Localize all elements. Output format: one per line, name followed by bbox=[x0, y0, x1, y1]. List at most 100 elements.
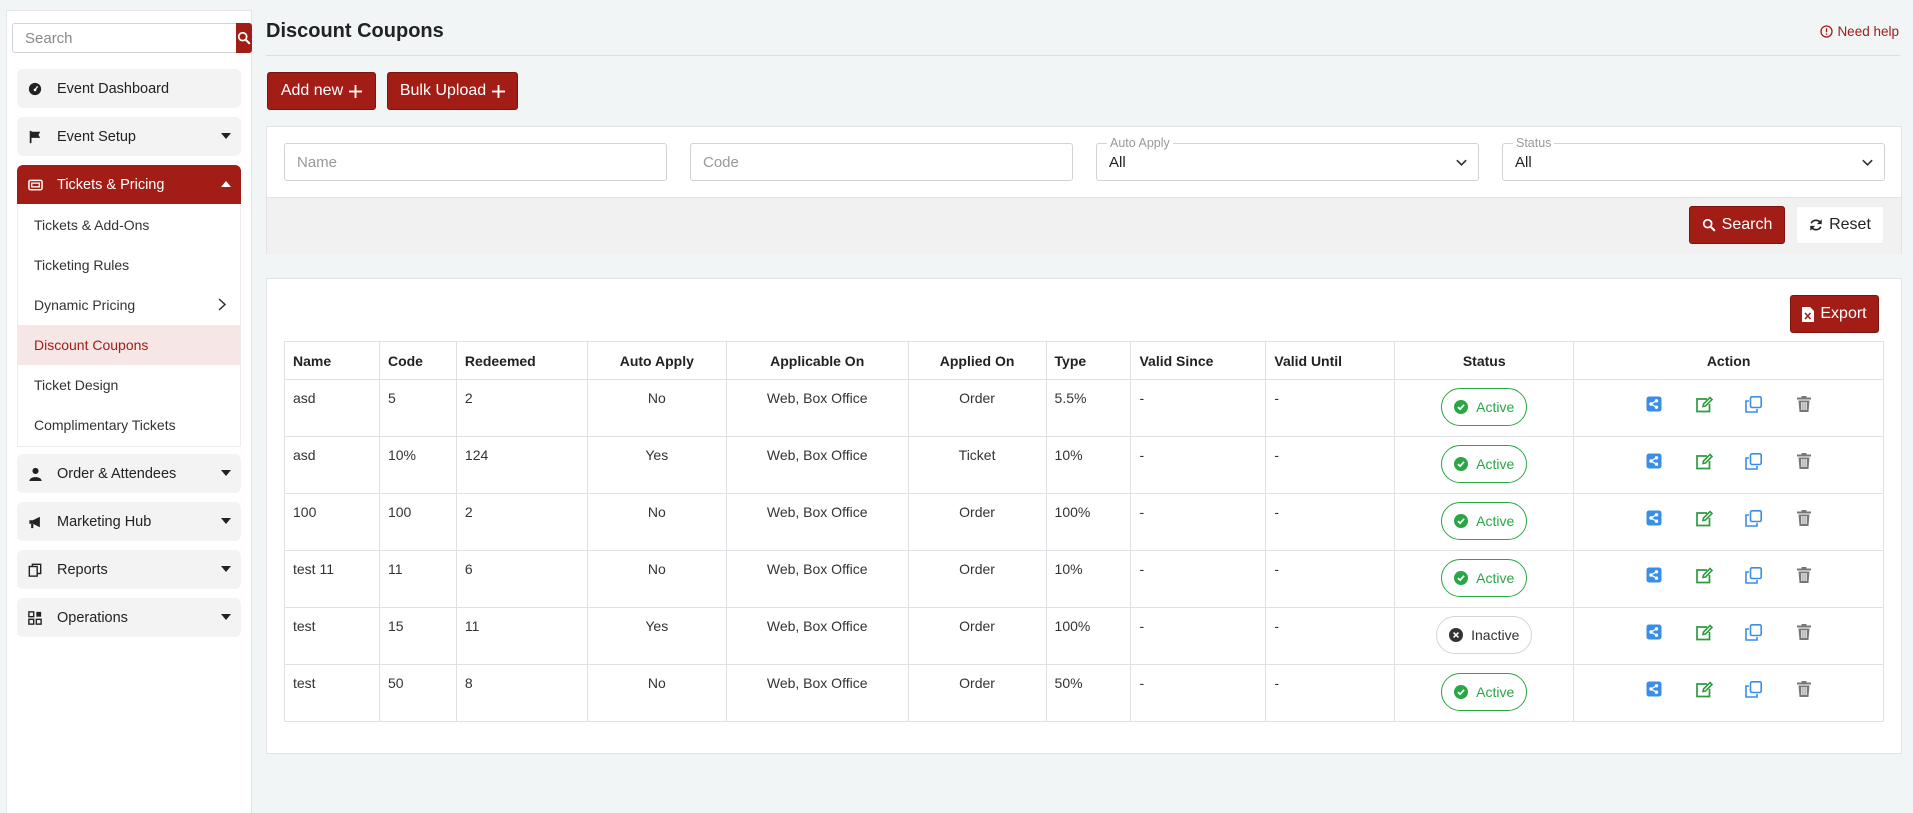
status-text: Inactive bbox=[1471, 627, 1520, 643]
share-icon[interactable] bbox=[1644, 394, 1664, 414]
sidebar-search-button[interactable] bbox=[236, 23, 252, 53]
search-button[interactable]: Search bbox=[1689, 206, 1785, 244]
nav-label: Reports bbox=[57, 561, 108, 578]
bulk-upload-button[interactable]: Bulk Upload bbox=[387, 72, 518, 110]
nav-label: Event Dashboard bbox=[57, 80, 170, 97]
delete-icon[interactable] bbox=[1794, 679, 1814, 699]
cell-applicable-on: Web, Box Office bbox=[725, 379, 909, 437]
add-new-button[interactable]: Add new bbox=[267, 72, 376, 110]
share-icon[interactable] bbox=[1644, 451, 1664, 471]
share-icon[interactable] bbox=[1644, 565, 1664, 585]
cell-actions bbox=[1573, 436, 1884, 494]
duplicate-icon[interactable] bbox=[1744, 565, 1764, 585]
table-row: test 50 8 No Web, Box Office Order 50% - - Active bbox=[284, 664, 1884, 722]
edit-icon[interactable] bbox=[1694, 394, 1714, 414]
code-filter-input[interactable] bbox=[690, 143, 1073, 181]
coupons-table: Name Code Redeemed Auto Apply Applicable… bbox=[284, 341, 1884, 722]
status-badge[interactable]: Active bbox=[1441, 502, 1528, 540]
nav-operations[interactable]: Operations bbox=[17, 598, 241, 637]
duplicate-icon[interactable] bbox=[1744, 508, 1764, 528]
cell-valid-since: - bbox=[1130, 493, 1267, 551]
col-code[interactable]: Code bbox=[378, 341, 457, 380]
duplicate-icon[interactable] bbox=[1744, 451, 1764, 471]
cell-actions bbox=[1573, 664, 1884, 722]
cell-name: 100 bbox=[284, 493, 380, 551]
col-valid-since[interactable]: Valid Since bbox=[1130, 341, 1267, 380]
cell-type: 100% bbox=[1045, 493, 1132, 551]
col-type[interactable]: Type bbox=[1045, 341, 1132, 380]
cell-valid-since: - bbox=[1130, 550, 1267, 608]
cell-valid-since: - bbox=[1130, 607, 1267, 665]
nav-reports[interactable]: Reports bbox=[17, 550, 241, 589]
cell-redeemed: 11 bbox=[455, 607, 588, 665]
nav-marketing-hub[interactable]: Marketing Hub bbox=[17, 502, 241, 541]
name-filter-input[interactable] bbox=[284, 143, 667, 181]
nav-label: Tickets & Pricing bbox=[57, 176, 165, 193]
share-icon[interactable] bbox=[1644, 508, 1664, 528]
cell-name: test bbox=[284, 607, 380, 665]
plus-icon bbox=[349, 84, 363, 98]
export-button[interactable]: Export bbox=[1790, 295, 1879, 333]
edit-icon[interactable] bbox=[1694, 679, 1714, 699]
edit-icon[interactable] bbox=[1694, 508, 1714, 528]
col-auto-apply[interactable]: Auto Apply bbox=[586, 341, 727, 380]
sidebar-search-input[interactable] bbox=[12, 23, 236, 53]
edit-icon[interactable] bbox=[1694, 622, 1714, 642]
cell-valid-since: - bbox=[1130, 664, 1267, 722]
page-title: Discount Coupons bbox=[266, 20, 444, 42]
col-valid-until[interactable]: Valid Until bbox=[1265, 341, 1396, 380]
nav-order-attendees[interactable]: Order & Attendees bbox=[17, 454, 241, 493]
col-applicable-on[interactable]: Applicable On bbox=[725, 341, 909, 380]
col-applied-on[interactable]: Applied On bbox=[907, 341, 1047, 380]
sub-dynamic-pricing[interactable]: Dynamic Pricing bbox=[18, 285, 240, 325]
edit-icon[interactable] bbox=[1694, 451, 1714, 471]
delete-icon[interactable] bbox=[1794, 394, 1814, 414]
status-badge[interactable]: Active bbox=[1441, 388, 1528, 426]
col-redeemed[interactable]: Redeemed bbox=[455, 341, 588, 380]
cell-status: Active bbox=[1394, 379, 1575, 437]
cell-applied-on: Order bbox=[907, 607, 1047, 665]
caret-down-icon bbox=[221, 470, 231, 476]
status-badge[interactable]: Inactive bbox=[1436, 616, 1533, 654]
cell-code: 11 bbox=[378, 550, 457, 608]
reset-button-label: Reset bbox=[1829, 216, 1871, 233]
duplicate-icon[interactable] bbox=[1744, 679, 1764, 699]
cell-valid-since: - bbox=[1130, 379, 1267, 437]
cell-name: test 11 bbox=[284, 550, 380, 608]
status-badge[interactable]: Active bbox=[1441, 445, 1528, 483]
reset-button[interactable]: Reset bbox=[1796, 206, 1884, 244]
delete-icon[interactable] bbox=[1794, 622, 1814, 642]
share-icon[interactable] bbox=[1644, 679, 1664, 699]
delete-icon[interactable] bbox=[1794, 508, 1814, 528]
ticket-icon bbox=[27, 177, 43, 193]
cell-auto-apply: Yes bbox=[586, 607, 727, 665]
check-circle-icon bbox=[1454, 685, 1469, 699]
col-name[interactable]: Name bbox=[284, 341, 380, 380]
cell-valid-until: - bbox=[1265, 550, 1396, 608]
sub-complimentary-tickets[interactable]: Complimentary Tickets bbox=[18, 405, 240, 445]
nav-tickets-pricing[interactable]: Tickets & Pricing bbox=[17, 165, 241, 204]
status-badge[interactable]: Active bbox=[1441, 559, 1528, 597]
nav-event-dashboard[interactable]: Event Dashboard bbox=[17, 69, 241, 108]
sub-ticketing-rules[interactable]: Ticketing Rules bbox=[18, 245, 240, 285]
sub-discount-coupons[interactable]: Discount Coupons bbox=[18, 325, 240, 365]
edit-icon[interactable] bbox=[1694, 565, 1714, 585]
megaphone-icon bbox=[27, 514, 43, 530]
col-status[interactable]: Status bbox=[1394, 341, 1575, 380]
sub-tickets-addons[interactable]: Tickets & Add-Ons bbox=[18, 205, 240, 245]
share-icon[interactable] bbox=[1644, 622, 1664, 642]
auto-apply-select[interactable]: Auto Apply All bbox=[1096, 136, 1479, 181]
nav-label: Event Setup bbox=[57, 128, 136, 145]
status-select[interactable]: Status All bbox=[1502, 136, 1885, 181]
need-help-link[interactable]: Need help bbox=[1820, 24, 1899, 39]
delete-icon[interactable] bbox=[1794, 451, 1814, 471]
tickets-submenu: Tickets & Add-Ons Ticketing Rules Dynami… bbox=[17, 205, 241, 447]
sub-ticket-design[interactable]: Ticket Design bbox=[18, 365, 240, 405]
duplicate-icon[interactable] bbox=[1744, 394, 1764, 414]
status-badge[interactable]: Active bbox=[1441, 673, 1528, 711]
duplicate-icon[interactable] bbox=[1744, 622, 1764, 642]
cell-valid-until: - bbox=[1265, 493, 1396, 551]
nav-event-setup[interactable]: Event Setup bbox=[17, 117, 241, 156]
status-text: Active bbox=[1476, 513, 1515, 529]
delete-icon[interactable] bbox=[1794, 565, 1814, 585]
